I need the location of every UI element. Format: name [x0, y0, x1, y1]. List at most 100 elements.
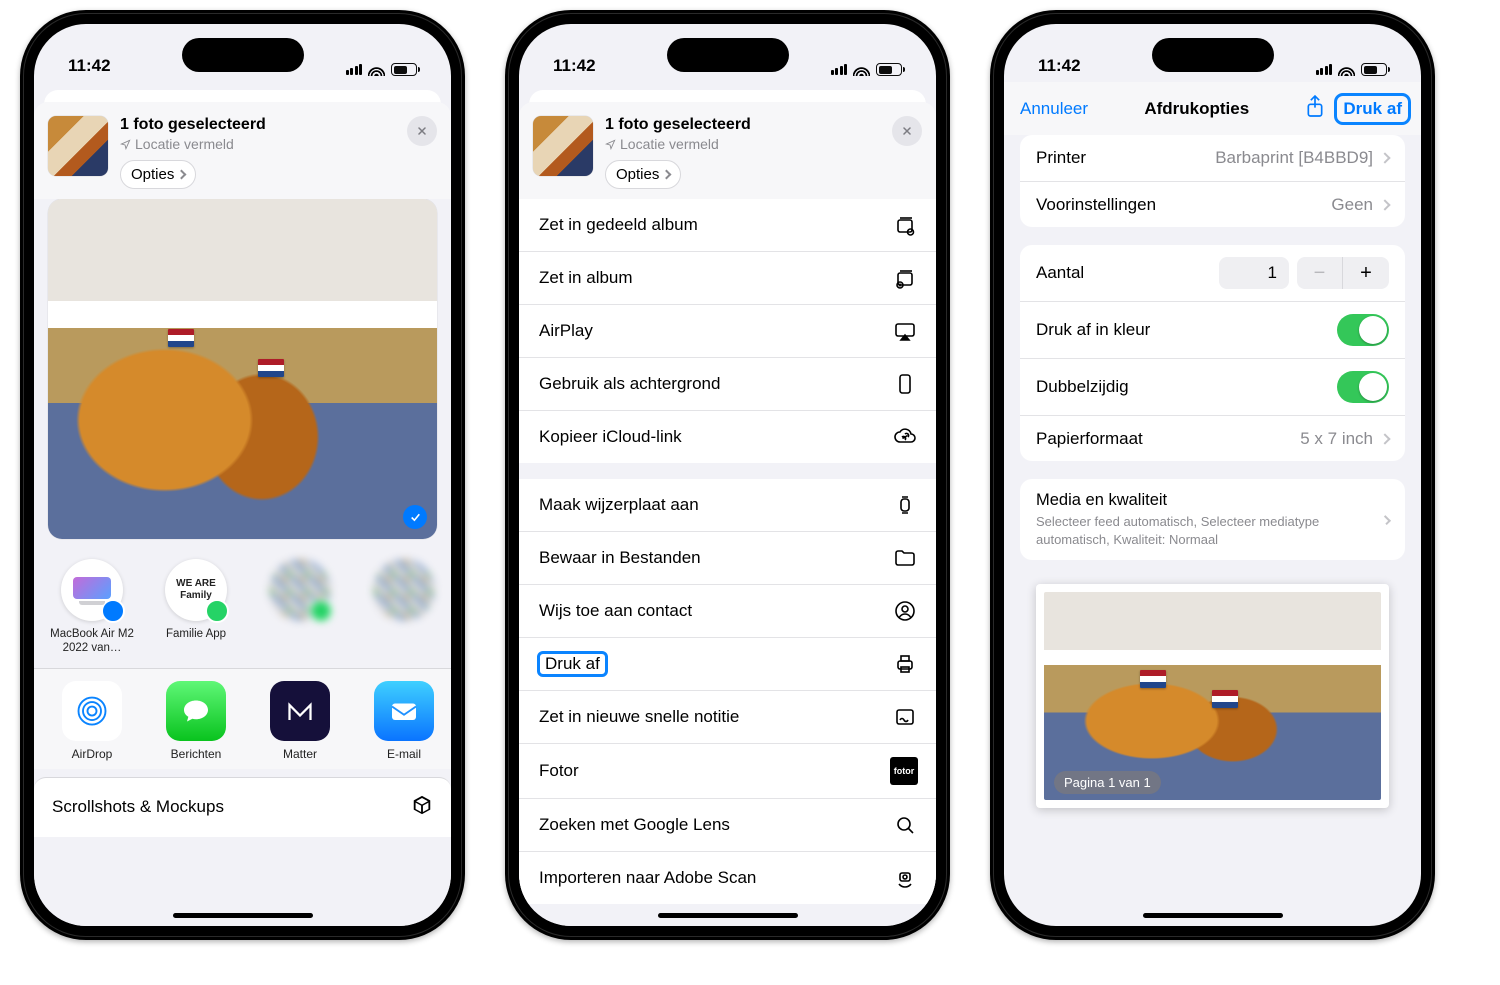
action-album[interactable]: Zet in album	[519, 251, 936, 304]
chevron-right-icon	[1379, 152, 1390, 163]
airdrop-icon	[62, 681, 122, 741]
wifi-icon	[1338, 64, 1355, 76]
action-adobe-scan[interactable]: Importeren naar Adobe Scan	[519, 851, 936, 904]
row-media-quality[interactable]: Media en kwaliteit Selecteer feed automa…	[1020, 479, 1405, 560]
selected-photo-thumb[interactable]	[533, 116, 593, 176]
shared-album-icon	[892, 212, 918, 238]
target-contact[interactable]	[256, 559, 344, 656]
share-sheet: 1 foto geselecteerd Locatie vermeld Opti…	[519, 102, 936, 926]
options-chip[interactable]: Opties	[120, 160, 196, 189]
watch-face-icon	[892, 492, 918, 518]
chevron-right-icon	[1379, 199, 1390, 210]
action-assign-contact[interactable]: Wijs toe aan contact	[519, 584, 936, 637]
phone-3: 11:42 Annuleer Afdrukopties Druk af Prin…	[990, 10, 1435, 940]
battery-icon	[1361, 63, 1387, 76]
action-shared-album[interactable]: Zet in gedeeld album	[519, 199, 936, 251]
album-add-icon	[892, 265, 918, 291]
action-quick-note[interactable]: Zet in nieuwe snelle notitie	[519, 690, 936, 743]
airdrop-badge-icon	[101, 599, 125, 623]
selected-photo-thumb[interactable]	[48, 116, 108, 176]
home-indicator[interactable]	[658, 913, 798, 918]
adobe-scan-icon	[892, 865, 918, 891]
target-family-app[interactable]: WE AREFamily Familie App	[152, 559, 240, 656]
status-time: 11:42	[68, 56, 111, 76]
contact-icon	[892, 598, 918, 624]
airdrop-targets: MacBook Air M2 2022 van… WE AREFamily Fa…	[34, 553, 451, 668]
dynamic-island	[667, 38, 789, 72]
count-plus[interactable]: +	[1343, 257, 1389, 289]
share-title: 1 foto geselecteerd	[120, 116, 395, 134]
share-title: 1 foto geselecteerd	[605, 116, 880, 134]
count-minus[interactable]: −	[1297, 257, 1343, 289]
action-airplay[interactable]: AirPlay	[519, 304, 936, 357]
print-settings: PrinterBarbaprint [B4BBD9] Voorinstellin…	[1004, 135, 1421, 808]
action-watch-face[interactable]: Maak wijzerplaat aan	[519, 479, 936, 531]
action-icloud-link[interactable]: Kopieer iCloud-link	[519, 410, 936, 463]
location-arrow-icon	[120, 139, 131, 150]
home-indicator[interactable]	[1143, 913, 1283, 918]
page-indicator: Pagina 1 van 1	[1054, 771, 1161, 794]
action-google-lens[interactable]: Zoeken met Google Lens	[519, 798, 936, 851]
close-button[interactable]	[407, 116, 437, 146]
app-messages[interactable]: Berichten	[152, 681, 240, 761]
target-contact[interactable]	[360, 559, 448, 656]
count-value[interactable]: 1	[1219, 257, 1289, 289]
cellular-icon	[346, 64, 363, 75]
options-chip[interactable]: Opties	[605, 160, 681, 189]
preview-image	[1044, 592, 1381, 800]
share-apps: AirDrop Berichten Matter E-mail	[34, 668, 451, 769]
action-fotor[interactable]: Fotorfotor	[519, 743, 936, 798]
wallpaper-icon	[892, 371, 918, 397]
row-paper[interactable]: Papierformaat5 x 7 inch	[1020, 415, 1405, 461]
page-title: Afdrukopties	[1144, 99, 1249, 119]
family-avatar-icon: WE AREFamily	[165, 559, 227, 621]
flag-nl-icon	[258, 359, 284, 377]
print-nav: Annuleer Afdrukopties Druk af	[1004, 82, 1421, 135]
cellular-icon	[1316, 64, 1333, 75]
row-color: Druk af in kleur	[1020, 301, 1405, 358]
row-count: Aantal 1 −+	[1020, 245, 1405, 301]
row-duplex: Dubbelzijdig	[1020, 358, 1405, 415]
share-icon[interactable]	[1305, 94, 1325, 123]
chevron-right-icon	[177, 170, 187, 180]
duplex-toggle[interactable]	[1337, 371, 1389, 403]
row-printer[interactable]: PrinterBarbaprint [B4BBD9]	[1020, 135, 1405, 181]
contact-avatar-icon	[269, 559, 331, 621]
phone-2: 11:42 1 foto geselecteerd Locatie vermel…	[505, 10, 950, 940]
app-matter[interactable]: Matter	[256, 681, 344, 761]
status-time: 11:42	[553, 56, 596, 76]
quick-note-icon	[892, 704, 918, 730]
print-preview[interactable]: Pagina 1 van 1	[1036, 584, 1389, 808]
cancel-button[interactable]: Annuleer	[1020, 99, 1088, 119]
row-presets[interactable]: VoorinstellingenGeen	[1020, 181, 1405, 227]
target-macbook[interactable]: MacBook Air M2 2022 van…	[48, 559, 136, 656]
actions-list[interactable]: Zet in gedeeld album Zet in album AirPla…	[519, 199, 936, 926]
flag-nl-icon	[1140, 670, 1166, 688]
whatsapp-badge-icon	[309, 599, 333, 623]
color-toggle[interactable]	[1337, 314, 1389, 346]
wifi-icon	[368, 64, 385, 76]
cellular-icon	[831, 64, 848, 75]
whatsapp-badge-icon	[205, 599, 229, 623]
app-mail[interactable]: E-mail	[360, 681, 448, 761]
wifi-icon	[853, 64, 870, 76]
action-wallpaper[interactable]: Gebruik als achtergrond	[519, 357, 936, 410]
icloud-link-icon	[892, 424, 918, 450]
flag-nl-icon	[1212, 690, 1238, 708]
contact-avatar-icon	[373, 559, 435, 621]
chevron-right-icon	[1379, 433, 1390, 444]
close-button[interactable]	[892, 116, 922, 146]
action-save-files[interactable]: Bewaar in Bestanden	[519, 531, 936, 584]
phone-1: 11:42 1 foto geselecteerd Locatie vermel…	[20, 10, 465, 940]
home-indicator[interactable]	[173, 913, 313, 918]
share-sheet: 1 foto geselecteerd Locatie vermeld Opti…	[34, 102, 451, 926]
dynamic-island	[182, 38, 304, 72]
app-airdrop[interactable]: AirDrop	[48, 681, 136, 761]
extra-action-row[interactable]: Scrollshots & Mockups	[34, 777, 451, 837]
action-print[interactable]: Druk af	[519, 637, 936, 690]
battery-icon	[876, 63, 902, 76]
print-icon	[892, 651, 918, 677]
photo-preview[interactable]	[48, 199, 437, 539]
selected-check-icon	[403, 505, 427, 529]
print-button[interactable]: Druk af	[1337, 96, 1408, 122]
